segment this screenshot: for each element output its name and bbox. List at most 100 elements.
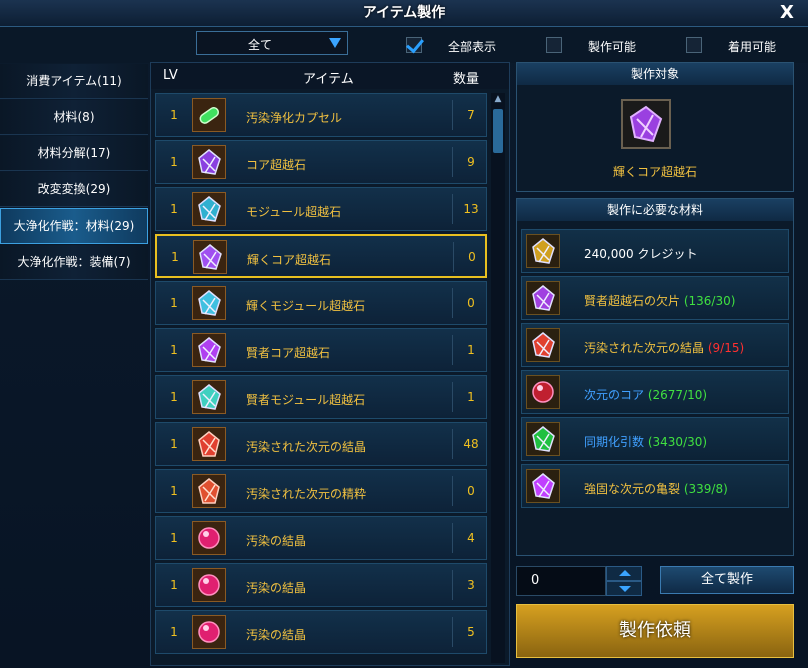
material-text: 賢者超越石の欠片 (136/30) — [584, 292, 735, 309]
category-item[interactable]: 改変変換(29) — [0, 172, 148, 207]
item-quantity: 13 — [463, 202, 479, 216]
show-all-checkbox[interactable] — [406, 37, 422, 53]
material-count: (3430/30) — [647, 435, 708, 449]
item-name: コア超越石 — [246, 158, 307, 172]
material-row: 240,000 クレジット — [521, 229, 789, 273]
material-name: 次元のコア — [584, 388, 645, 402]
item-name: 汚染の結晶 — [246, 581, 307, 595]
lv-column-header: LV — [163, 68, 178, 83]
item-level: 1 — [170, 437, 178, 451]
item-quantity: 48 — [463, 437, 479, 451]
item-level: 1 — [170, 108, 178, 122]
orb-icon — [192, 521, 226, 555]
quantity-up-button[interactable] — [606, 566, 642, 581]
dropdown-value: 全て — [247, 38, 272, 52]
item-name: 汚染の結晶 — [246, 534, 307, 548]
item-list-panel: LV アイテム 数量 1 汚染浄化カプセル 7 1 コア超越石 9 1 モジュール超越石 13 1… — [150, 62, 510, 666]
item-name: 輝くモジュール超越石 — [246, 299, 366, 313]
column-divider — [452, 147, 453, 177]
column-divider — [452, 429, 453, 459]
item-level: 1 — [170, 484, 178, 498]
craft-target-header: 製作対象 — [517, 63, 793, 85]
item-row[interactable]: 1 賢者モジュール超越石 1 — [155, 375, 487, 419]
module-stone-icon — [192, 286, 226, 320]
category-dropdown[interactable]: 全て — [196, 31, 348, 55]
wearable-label: 着用可能 — [728, 40, 777, 54]
item-level: 1 — [170, 296, 178, 310]
item-column-header: アイテム — [303, 72, 354, 87]
category-item[interactable]: 大浄化作戦：材料(29) — [0, 208, 148, 244]
material-name: 240,000 クレジット — [584, 247, 698, 261]
column-divider — [452, 570, 453, 600]
item-row[interactable]: 1 汚染された次元の結晶 48 — [155, 422, 487, 466]
close-button[interactable]: X — [778, 4, 796, 22]
item-level: 1 — [170, 578, 178, 592]
item-level: 1 — [170, 343, 178, 357]
core-stone-icon — [193, 240, 227, 274]
item-quantity: 1 — [467, 343, 475, 357]
item-row[interactable]: 1 モジュール超越石 13 — [155, 187, 487, 231]
craft-request-button[interactable]: 製作依頼 — [516, 604, 794, 658]
column-divider — [452, 194, 453, 224]
craft-all-button[interactable]: 全て製作 — [660, 566, 794, 594]
scrollbar-thumb[interactable] — [493, 109, 503, 153]
material-text: 次元のコア (2677/10) — [584, 386, 707, 403]
item-row[interactable]: 1 輝くコア超越石 0 — [155, 234, 487, 278]
sync-icon — [526, 422, 560, 456]
item-level: 1 — [170, 390, 178, 404]
material-name: 汚染された次元の結晶 — [584, 341, 705, 355]
item-quantity: 5 — [467, 625, 475, 639]
quantity-input[interactable]: 0 — [516, 566, 606, 596]
material-count: (136/30) — [683, 294, 736, 308]
filter-bar: 全て 全部表示 製作可能 着用可能 — [0, 27, 808, 63]
craftable-checkbox[interactable] — [546, 37, 562, 53]
category-item[interactable]: 材料(8) — [0, 100, 148, 135]
item-row[interactable]: 1 汚染の結晶 5 — [155, 610, 487, 654]
item-row[interactable]: 1 汚染浄化カプセル 7 — [155, 93, 487, 137]
category-item[interactable]: 大浄化作戦：装備(7) — [0, 245, 148, 280]
quantity-down-button[interactable] — [606, 581, 642, 596]
scrollbar[interactable]: ▲ — [491, 93, 505, 663]
item-level: 1 — [170, 202, 178, 216]
category-item[interactable]: 消費アイテム(11) — [0, 64, 148, 99]
item-level: 1 — [170, 531, 178, 545]
window-title: アイテム製作 — [362, 5, 446, 21]
item-row[interactable]: 1 賢者コア超越石 1 — [155, 328, 487, 372]
chevron-up-icon — [619, 570, 631, 576]
rift-icon — [526, 469, 560, 503]
item-level: 1 — [171, 250, 179, 264]
item-row[interactable]: 1 汚染された次元の精粋 0 — [155, 469, 487, 513]
module-stone-icon — [192, 192, 226, 226]
module-stone-icon — [192, 380, 226, 414]
essence-icon — [192, 474, 226, 508]
craftable-label: 製作可能 — [588, 40, 637, 54]
item-name: 汚染された次元の精粋 — [246, 487, 367, 501]
item-quantity: 0 — [467, 484, 475, 498]
item-quantity: 3 — [467, 578, 475, 592]
item-row[interactable]: 1 コア超越石 9 — [155, 140, 487, 184]
item-crafting-window: アイテム製作 X 全て 全部表示 製作可能 着用可能 消費アイテム(11) 材料(… — [0, 0, 808, 668]
item-quantity: 1 — [467, 390, 475, 404]
show-all-label: 全部表示 — [448, 40, 497, 54]
category-list: 消費アイテム(11) 材料(8) 材料分解(17) 改変変換(29) 大浄化作戦：材料(… — [0, 64, 148, 280]
category-item[interactable]: 材料分解(17) — [0, 136, 148, 171]
item-row[interactable]: 1 汚染の結晶 3 — [155, 563, 487, 607]
item-name: 汚染された次元の結晶 — [246, 440, 367, 454]
material-name: 賢者超越石の欠片 — [584, 294, 681, 308]
wearable-checkbox[interactable] — [686, 37, 702, 53]
item-row[interactable]: 1 輝くモジュール超越石 0 — [155, 281, 487, 325]
column-divider — [453, 242, 454, 272]
material-row: 汚染された次元の結晶 (9/15) — [521, 323, 789, 367]
column-divider — [452, 523, 453, 553]
core-stone-icon — [621, 99, 671, 149]
column-divider — [452, 382, 453, 412]
scroll-up-icon[interactable]: ▲ — [492, 93, 504, 105]
item-name: モジュール超越石 — [246, 205, 342, 219]
item-name: 輝くコア超越石 — [247, 253, 332, 267]
item-row[interactable]: 1 汚染の結晶 4 — [155, 516, 487, 560]
item-name: 賢者モジュール超越石 — [246, 393, 366, 407]
material-row: 同期化引数 (3430/30) — [521, 417, 789, 461]
item-name: 賢者コア超越石 — [246, 346, 331, 360]
core-stone-icon — [192, 333, 226, 367]
item-quantity: 0 — [468, 250, 476, 264]
